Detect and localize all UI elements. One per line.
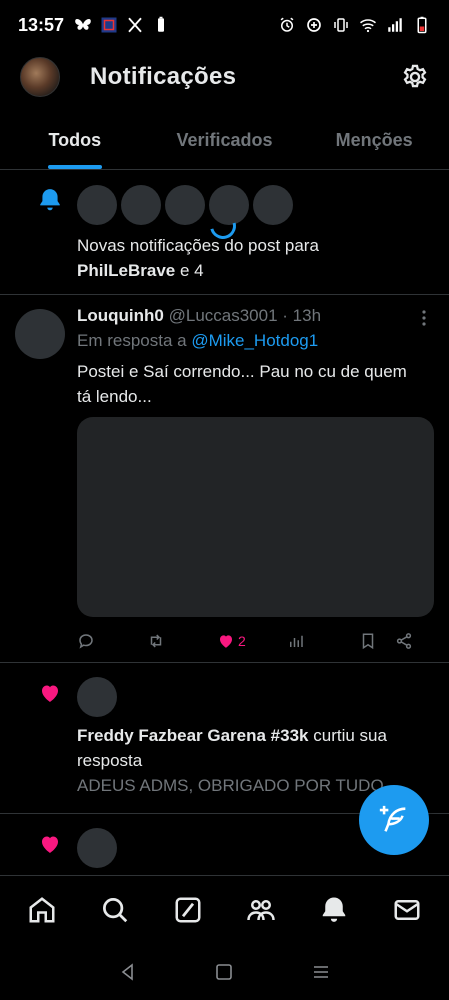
x-logo-icon	[126, 16, 144, 34]
tweet-author-handle[interactable]: @Luccas3001	[169, 306, 278, 325]
profile-avatar[interactable]	[20, 57, 60, 97]
new-posts-prefix: Novas notificações do post para	[77, 236, 319, 255]
app-icon	[100, 16, 118, 34]
like-button[interactable]: 2	[217, 632, 287, 650]
like-text: Freddy Fazbear Garena #33k curtiu sua re…	[77, 723, 432, 773]
tab-verificados[interactable]: Verificados	[150, 112, 300, 169]
back-icon[interactable]	[117, 961, 139, 983]
bell-icon	[37, 187, 63, 213]
heart-filled-icon	[220, 635, 232, 648]
reply-icon	[79, 634, 93, 649]
notification-tabs: Todos Verificados Menções	[0, 112, 449, 170]
bookmark-button[interactable]	[359, 632, 395, 650]
heart-icon	[37, 681, 63, 705]
settings-gear-icon[interactable]	[401, 63, 429, 91]
like-count: 2	[238, 633, 246, 649]
new-posts-suffix: e 4	[175, 261, 204, 280]
messages-icon[interactable]	[387, 890, 427, 930]
new-posts-user[interactable]: PhilLeBrave	[77, 261, 175, 280]
reply-context: Em resposta a @Mike_Hotdog1	[77, 331, 318, 351]
data-saver-icon	[305, 16, 323, 34]
home-square-icon[interactable]	[213, 961, 235, 983]
app-header: Notificações	[0, 50, 449, 104]
status-time: 13:57	[18, 14, 65, 35]
new-posts-notification[interactable]: Novas notificações do post para PhilLeBr…	[0, 171, 449, 295]
tweet-actions: 2	[77, 629, 427, 653]
search-icon[interactable]	[95, 890, 135, 930]
reply-prefix: Em resposta a	[77, 331, 192, 350]
compose-button[interactable]	[359, 785, 429, 855]
avatar[interactable]	[77, 828, 117, 868]
share-button[interactable]	[395, 632, 413, 650]
avatar[interactable]	[77, 185, 117, 225]
retweet-icon	[150, 634, 162, 648]
tweet-author-name[interactable]: Louquinh0	[77, 306, 164, 325]
page-title: Notificações	[90, 63, 237, 90]
retweet-button[interactable]	[147, 632, 217, 650]
avatar[interactable]	[77, 677, 117, 717]
compose-feather-icon	[379, 805, 406, 832]
bottom-navigation	[0, 875, 449, 943]
status-bar: 13:57	[0, 0, 449, 50]
communities-icon[interactable]	[241, 890, 281, 930]
recents-icon[interactable]	[310, 961, 332, 983]
tweet-text: Postei e Saí correndo... Pau no cu de qu…	[77, 362, 407, 406]
reply-mention-link[interactable]: @Mike_Hotdog1	[191, 331, 318, 350]
system-navigation	[0, 943, 449, 1000]
more-options-icon[interactable]	[417, 309, 431, 327]
avatar[interactable]	[253, 185, 293, 225]
home-icon[interactable]	[22, 890, 62, 930]
bookmark-icon	[362, 633, 374, 650]
wifi-icon	[359, 16, 377, 34]
vibrate-icon	[332, 16, 350, 34]
avatar-group	[77, 185, 293, 225]
share-icon	[396, 633, 412, 649]
alarm-icon	[278, 16, 296, 34]
avatar[interactable]	[121, 185, 161, 225]
signal-icon	[386, 16, 404, 34]
grok-icon[interactable]	[168, 890, 208, 930]
tweet-media[interactable]	[77, 417, 434, 617]
battery-small-icon	[152, 16, 170, 34]
heart-icon	[37, 832, 63, 856]
tab-mencoes[interactable]: Menções	[299, 112, 449, 169]
butterfly-icon	[74, 16, 92, 34]
avatar[interactable]	[165, 185, 205, 225]
tab-todos[interactable]: Todos	[0, 112, 150, 169]
notifications-bell-icon[interactable]	[314, 890, 354, 930]
views-button[interactable]	[287, 632, 359, 650]
avatar[interactable]	[15, 309, 65, 359]
liker-name[interactable]: Freddy Fazbear Garena #33k	[77, 726, 309, 745]
analytics-icon	[290, 635, 303, 647]
tweet-header: Louquinh0 @Luccas3001 · 13h	[77, 305, 321, 327]
reply-button[interactable]	[77, 632, 147, 650]
new-posts-text: Novas notificações do post para PhilLeBr…	[77, 233, 427, 283]
tweet-time: · 13h	[282, 306, 322, 325]
battery-icon	[413, 16, 431, 34]
reply-tweet[interactable]: Louquinh0 @Luccas3001 · 13h Em resposta …	[0, 295, 449, 663]
